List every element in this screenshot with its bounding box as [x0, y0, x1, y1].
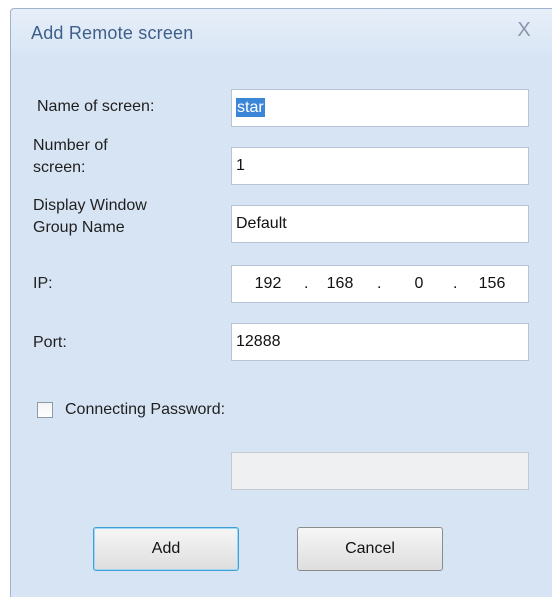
group-name-label: Display Window Group Name	[33, 195, 147, 239]
ip-octet-3[interactable]: 0	[404, 266, 434, 302]
add-remote-screen-dialog: Add Remote screen X Name of screen: star…	[10, 8, 552, 597]
name-of-screen-label: Name of screen:	[37, 98, 155, 115]
connecting-password-input[interactable]	[231, 452, 529, 490]
number-of-screen-label-line2: screen:	[33, 159, 86, 176]
name-of-screen-value: star	[236, 98, 265, 117]
number-of-screen-label-line1: Number of	[33, 137, 108, 154]
ip-address-input[interactable]: 192 . 168 . 0 . 156	[231, 265, 529, 303]
number-of-screen-input[interactable]: 1	[231, 147, 529, 185]
group-name-label-line1: Display Window	[33, 197, 147, 214]
cancel-button[interactable]: Cancel	[297, 527, 443, 571]
ip-label: IP:	[33, 275, 53, 292]
dialog-titlebar: Add Remote screen X	[11, 9, 552, 55]
connecting-password-checkbox[interactable]	[37, 402, 53, 418]
number-of-screen-label: Number of screen:	[33, 135, 108, 179]
ip-octet-4[interactable]: 156	[470, 266, 514, 302]
connecting-password-label[interactable]: Connecting Password:	[65, 399, 225, 421]
dialog-title: Add Remote screen	[31, 23, 194, 43]
group-name-label-line2: Group Name	[33, 219, 125, 236]
ip-octet-2[interactable]: 168	[318, 266, 362, 302]
close-icon[interactable]: X	[513, 19, 535, 41]
ip-separator: .	[453, 275, 458, 292]
add-button[interactable]: Add	[93, 527, 239, 571]
ip-octet-1[interactable]: 192	[246, 266, 290, 302]
port-input[interactable]: 12888	[231, 323, 529, 361]
port-label: Port:	[33, 334, 67, 351]
ip-separator: .	[377, 275, 382, 292]
name-of-screen-input[interactable]: star	[231, 89, 529, 127]
group-name-input[interactable]: Default	[231, 205, 529, 243]
ip-separator: .	[304, 275, 309, 292]
